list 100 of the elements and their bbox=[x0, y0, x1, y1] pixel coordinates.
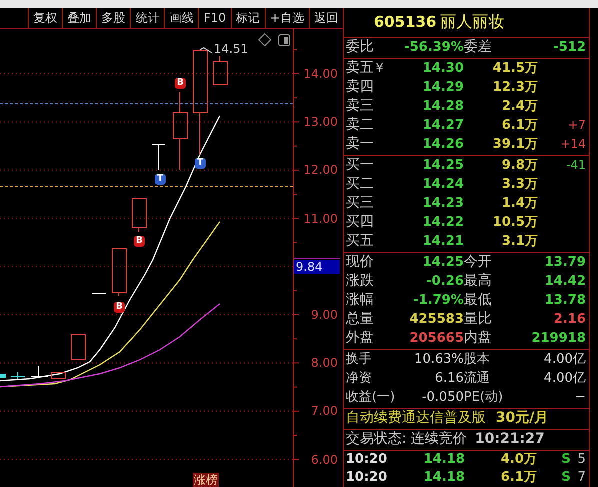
fundamental-label: PE(动) bbox=[464, 389, 504, 407]
axis-label: 11.00 bbox=[304, 212, 338, 226]
bid-volume: 9.8万 bbox=[500, 157, 538, 175]
stat-value: 14.25 bbox=[422, 254, 464, 272]
buy-marker: B bbox=[134, 236, 145, 247]
stat-label: 今开 bbox=[464, 253, 493, 272]
diff-value: -512 bbox=[552, 39, 586, 57]
fundamental-label: 换手 bbox=[346, 351, 373, 369]
stat-value: 13.79 bbox=[544, 254, 586, 272]
volume-change: -41 bbox=[565, 157, 586, 174]
volume-change: +14 bbox=[560, 136, 586, 153]
toolbar-button[interactable]: 画线 bbox=[164, 8, 198, 28]
tick-volume: 6.1万 bbox=[500, 469, 537, 487]
ask-price: 14.27 bbox=[422, 117, 464, 135]
fundamental-label: 收益(一) bbox=[346, 389, 394, 407]
tick-time: 10:20 bbox=[346, 469, 386, 487]
status-time: 10:21:27 bbox=[475, 430, 545, 449]
toolbar-button[interactable]: 多股 bbox=[96, 8, 130, 28]
ask-price: 14.30 bbox=[422, 60, 464, 78]
toolbar-button[interactable]: 复权 bbox=[28, 8, 62, 28]
buy-marker: B bbox=[114, 302, 125, 313]
bid-volume: 10.5万 bbox=[492, 214, 538, 232]
stat-value: 13.78 bbox=[544, 292, 586, 310]
ask-price: 14.28 bbox=[422, 98, 464, 116]
tick-price: 14.18 bbox=[422, 469, 465, 487]
t-marker: T bbox=[155, 174, 166, 185]
panel-toggle-icon[interactable] bbox=[278, 34, 290, 46]
bid-price: 14.24 bbox=[422, 176, 464, 194]
toolbar-button[interactable]: 统计 bbox=[130, 8, 164, 28]
toolbar-button[interactable]: 返回 bbox=[308, 8, 343, 28]
bid-price: 14.21 bbox=[422, 233, 464, 251]
stat-label: 总量 bbox=[346, 310, 375, 329]
stat-label: 涨跌 bbox=[346, 272, 375, 291]
ask-volume: 39.1万 bbox=[492, 136, 538, 154]
fundamental-value: 10.63% bbox=[413, 351, 464, 369]
ask-volume: 41.5万 bbox=[492, 60, 538, 78]
stock-name: 丽人丽妆 bbox=[440, 12, 505, 32]
stat-value: 219918 bbox=[530, 330, 586, 348]
ask-level-label: 卖三 bbox=[346, 98, 374, 114]
tick-side: S bbox=[560, 451, 571, 469]
axis-label: 9.00 bbox=[311, 308, 338, 322]
ranking-tag[interactable]: 涨榜 bbox=[193, 473, 219, 487]
bid-level-label: 买二 bbox=[346, 176, 374, 192]
bid-price: 14.22 bbox=[422, 214, 464, 232]
tick-volume: 4.0万 bbox=[500, 451, 537, 469]
bid-volume: 1.4万 bbox=[500, 195, 538, 213]
axis-label: 8.00 bbox=[311, 356, 338, 370]
toolbar-button[interactable]: 标记 bbox=[230, 8, 265, 28]
fundamental-label: 流通 bbox=[464, 370, 491, 388]
bid-volume: 3.1万 bbox=[500, 233, 538, 251]
tick-side: S bbox=[560, 469, 571, 487]
ratio-label: 委比 bbox=[346, 38, 375, 57]
tick-count: 7 bbox=[576, 469, 586, 487]
stat-label: 内盘 bbox=[464, 329, 493, 348]
ad-link[interactable]: 自动续费通达信普及版 bbox=[346, 409, 486, 428]
ad-price: 30元/月 bbox=[496, 409, 549, 428]
bid-level-label: 买一 bbox=[346, 157, 374, 173]
ask-volume: 2.4万 bbox=[500, 98, 538, 116]
tick-time: 10:20 bbox=[346, 451, 386, 469]
axis-label: 13.00 bbox=[304, 115, 338, 129]
ask-volume: 6.1万 bbox=[500, 117, 538, 135]
stat-value: -0.26 bbox=[426, 273, 464, 291]
fundamental-value: − bbox=[574, 389, 586, 407]
ask-level-label: 卖四 bbox=[346, 79, 374, 95]
fundamental-value: 4.00亿 bbox=[543, 351, 586, 369]
leader-line bbox=[200, 47, 212, 54]
ratio-value: -56.39% bbox=[403, 39, 464, 57]
fundamental-value: 6.16 bbox=[434, 370, 464, 388]
toolbar-button[interactable]: 叠加 bbox=[62, 8, 96, 28]
fundamental-label: 股本 bbox=[464, 351, 491, 369]
stat-value: -1.79% bbox=[412, 292, 464, 310]
axis-label: 14.00 bbox=[304, 67, 338, 81]
tick-count: 5 bbox=[576, 451, 586, 469]
stat-label: 最低 bbox=[464, 291, 493, 310]
trading-status: 交易状态: 连续竞价 bbox=[346, 430, 468, 449]
ask-volume: 12.3万 bbox=[492, 79, 538, 97]
bid-level-label: 买三 bbox=[346, 195, 374, 211]
t-marker: T bbox=[195, 158, 206, 169]
ask-price: 14.26 bbox=[422, 136, 464, 154]
ask-price: 14.29 bbox=[422, 79, 464, 97]
stat-value: 425583 bbox=[408, 311, 464, 329]
stat-value: 14.42 bbox=[544, 273, 586, 291]
diamond-icon[interactable] bbox=[258, 33, 272, 47]
fundamental-value: 4.00亿 bbox=[543, 370, 586, 388]
stat-label: 现价 bbox=[346, 253, 375, 272]
fundamental-value: -0.050 bbox=[421, 389, 464, 407]
stat-label: 最高 bbox=[464, 272, 493, 291]
stat-value: 205665 bbox=[408, 330, 464, 348]
bid-price: 14.23 bbox=[422, 195, 464, 213]
axis-label: 6.00 bbox=[311, 453, 338, 467]
ask-level-label: 卖一 bbox=[346, 136, 374, 152]
bid-price: 14.25 bbox=[422, 157, 464, 175]
buy-marker: B bbox=[175, 78, 186, 89]
stock-code: 605136 bbox=[374, 13, 437, 31]
toolbar-button[interactable]: +自选 bbox=[264, 8, 309, 28]
bid-level-label: 买五 bbox=[346, 233, 374, 249]
current-price-tag: 9.84 bbox=[294, 260, 340, 274]
ask-level-label: 卖二 bbox=[346, 117, 374, 133]
toolbar-button[interactable]: F10 bbox=[198, 8, 231, 28]
stat-label: 量比 bbox=[464, 310, 493, 329]
